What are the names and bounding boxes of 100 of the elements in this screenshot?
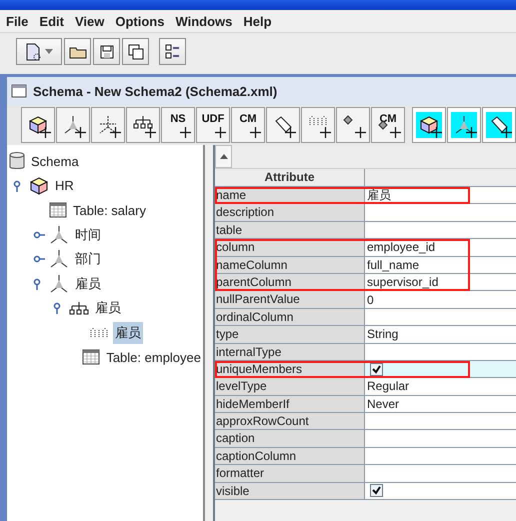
toolbar-button[interactable] (16, 38, 62, 65)
tree-item[interactable]: HR (53, 176, 76, 196)
toolbar-button[interactable] (91, 107, 125, 143)
attribute-name: hideMemberIf (215, 396, 365, 414)
window-icon (11, 84, 27, 98)
plus-icon (250, 127, 261, 138)
plus-icon (145, 127, 156, 138)
tag-icon (489, 115, 509, 135)
tree-item[interactable]: 雇员 (73, 272, 103, 295)
menu-item[interactable]: Windows (171, 14, 240, 28)
plus-icon (180, 127, 191, 138)
menu-item[interactable]: File (2, 14, 36, 28)
toolbar-button[interactable] (126, 107, 160, 143)
axes-icon (454, 115, 474, 135)
toolbar-button[interactable] (301, 107, 335, 143)
attribute-name: levelType (215, 378, 365, 396)
toolbar-button[interactable]: CM (371, 107, 405, 143)
plus-icon (431, 127, 442, 138)
menu-item[interactable]: Edit (35, 14, 71, 28)
attribute-value[interactable] (365, 413, 516, 430)
attribute-value[interactable] (365, 204, 516, 222)
attribute-value[interactable]: employee_id (365, 239, 516, 257)
save-icon (100, 44, 114, 58)
toolbar-button[interactable] (93, 38, 120, 65)
attribute-value[interactable]: Regular (365, 378, 516, 396)
cube-icon (28, 115, 48, 135)
axes-icon (63, 115, 83, 135)
toolbar-button[interactable]: CM (231, 107, 265, 143)
toolbar-button[interactable]: NS (161, 107, 195, 143)
save-all-icon (128, 44, 144, 60)
attribute-name: visible (215, 482, 365, 500)
tree-item[interactable]: Schema (29, 152, 81, 171)
checkbox[interactable] (370, 362, 383, 376)
frame-title: Schema - New Schema2 (Schema2.xml) (33, 84, 278, 98)
button-label: UDF (202, 113, 224, 125)
tree-item[interactable]: 部门 (73, 248, 103, 270)
attribute-name: captionColumn (215, 448, 365, 466)
table-icon (82, 349, 100, 366)
cube-icon (29, 176, 49, 196)
axes-icon (49, 274, 69, 294)
diamond-icon (378, 120, 388, 130)
table-icon (49, 202, 67, 218)
menu-item[interactable]: Help (239, 14, 279, 28)
toolbar-button[interactable]: UDF (196, 107, 230, 143)
attribute-name: approxRowCount (215, 413, 365, 430)
tag-icon (273, 115, 293, 135)
toolbar-button[interactable] (412, 107, 446, 143)
plus-icon (110, 127, 121, 138)
toolbar-button[interactable] (122, 38, 149, 65)
toolbar-button[interactable] (21, 107, 55, 143)
axes-icon (49, 249, 69, 270)
toolbar-button[interactable] (266, 107, 300, 143)
button-label: CM (239, 113, 257, 125)
column-header[interactable]: Attribute (215, 169, 365, 186)
axes-icon (98, 115, 118, 135)
toolbar-button[interactable] (447, 107, 481, 143)
plus-icon (75, 127, 86, 138)
tree-item[interactable]: Table: salary (71, 200, 148, 220)
plus-icon (501, 127, 512, 138)
attribute-value[interactable] (365, 482, 516, 500)
plus-icon (355, 127, 366, 138)
database-icon (9, 151, 25, 172)
attribute-name: nullParentValue (215, 291, 365, 309)
button-label: NS (170, 113, 186, 125)
attribute-name: internalType (215, 344, 365, 361)
attribute-name: description (215, 204, 365, 222)
attribute-value[interactable]: full_name (365, 256, 516, 274)
hierarchy-icon (69, 301, 89, 316)
attribute-value[interactable] (365, 448, 516, 466)
toolbar-button[interactable] (482, 107, 516, 143)
checklist-icon (164, 44, 180, 60)
attribute-value[interactable] (365, 308, 516, 326)
caret-icon (45, 49, 53, 54)
plus-icon (40, 127, 51, 138)
toolbar-button[interactable] (159, 38, 186, 65)
tree-item[interactable]: 雇员 (93, 297, 123, 320)
plus-icon (320, 127, 331, 138)
attribute-value[interactable]: Never (365, 396, 516, 414)
button-label: CM (379, 113, 397, 125)
menu-item[interactable]: Options (111, 14, 172, 28)
scroll-up-button[interactable] (215, 145, 232, 168)
up-triangle-icon (220, 154, 228, 159)
folder-icon (68, 44, 86, 58)
tree-item[interactable]: 雇员 (113, 322, 143, 344)
cube-icon (419, 115, 439, 135)
check-icon (372, 364, 381, 374)
toolbar-button[interactable] (336, 107, 370, 143)
tree-item[interactable]: Table: employee (104, 348, 203, 367)
checkbox[interactable] (370, 484, 383, 498)
tree-item[interactable]: 时间 (73, 224, 103, 246)
toolbar-button[interactable] (56, 107, 90, 143)
attribute-value[interactable] (365, 430, 516, 448)
menu-item[interactable]: View (70, 14, 112, 28)
attribute-name: ordinalColumn (215, 308, 365, 326)
attribute-value[interactable]: String (365, 326, 516, 344)
toolbar-button[interactable] (64, 38, 91, 65)
attribute-value[interactable] (365, 222, 516, 240)
plus-icon (390, 127, 401, 138)
attribute-value[interactable]: 0 (365, 291, 516, 309)
attribute-name: formatter (215, 465, 365, 483)
